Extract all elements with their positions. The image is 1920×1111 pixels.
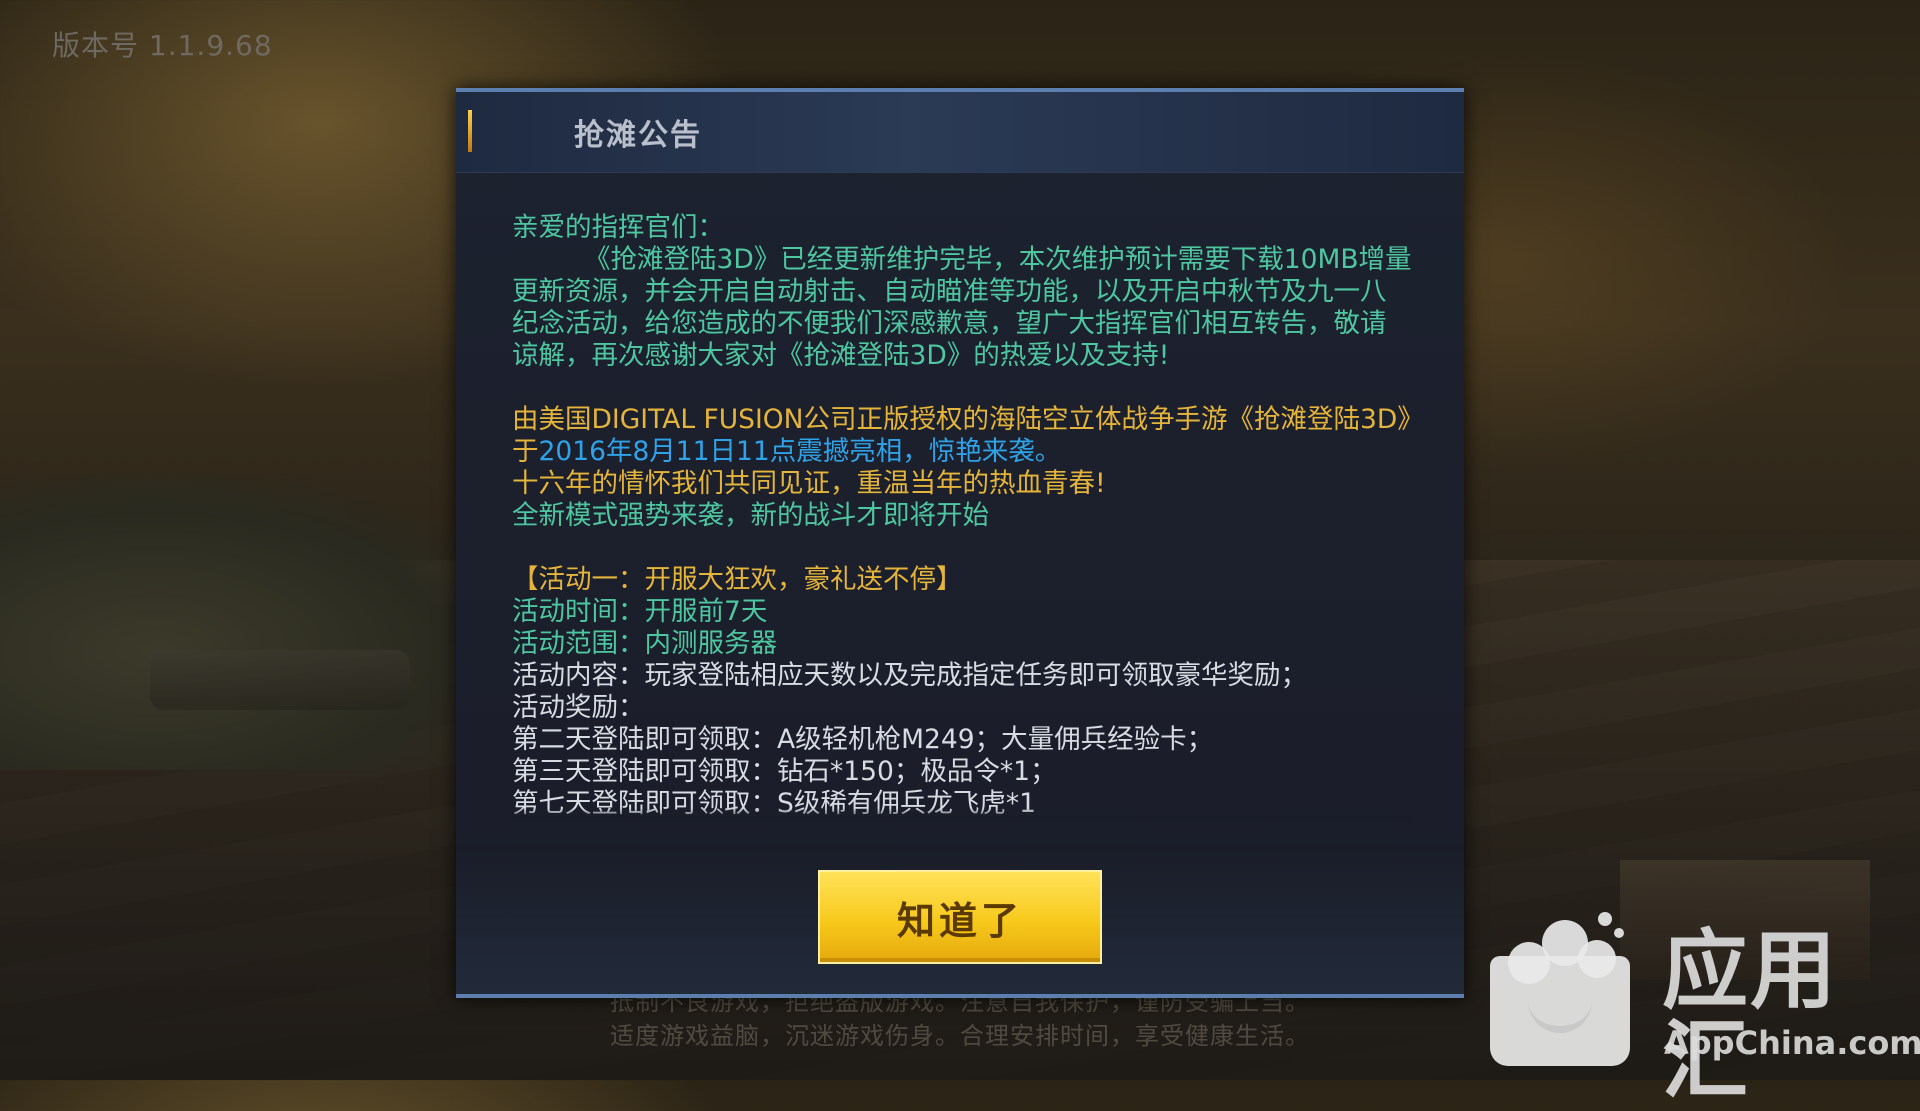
announcement-content[interactable]: 亲爱的指挥官们： 《抢滩登陆3D》已经更新维护完毕，本次维护预计需要下载10MB… [512, 212, 1412, 822]
event-time: 活动时间：开服前7天 [512, 596, 768, 627]
dialog-header: 抢滩公告 [456, 92, 1464, 173]
header-accent-bar [468, 110, 472, 152]
appchina-watermark: 应用汇 AppChina.com [1490, 906, 1920, 1106]
confirm-button[interactable]: 知道了 [818, 870, 1102, 964]
dialog-title: 抢滩公告 [574, 118, 702, 153]
event-reward-label: 活动奖励： [512, 692, 645, 723]
greeting-text: 亲爱的指挥官们： [512, 212, 724, 243]
event-content: 活动内容：玩家登陆相应天数以及完成指定任务即可领取豪华奖励； [512, 660, 1307, 691]
watermark-name: 应用汇 [1662, 921, 1838, 1111]
version-label: 版本号 1.1.9.68 [52, 29, 273, 62]
reward-day3: 第三天登陆即可领取：钻石*150；极品令*1； [512, 756, 1057, 787]
event-title: 【活动一：开服大狂欢，豪礼送不停】 [512, 564, 963, 595]
reward-day2: 第二天登陆即可领取：A级轻机枪M249；大量佣兵经验卡； [512, 724, 1214, 755]
background-tank [150, 650, 410, 710]
sixteen-years-line: 十六年的情怀我们共同见证，重温当年的热血青春! [512, 468, 1106, 499]
watermark-english: AppChina.com [1664, 1024, 1920, 1062]
announcement-dialog: 抢滩公告 亲爱的指挥官们： 《抢滩登陆3D》已经更新维护完毕，本次维护预计需要下… [456, 88, 1464, 998]
launch-paragraph: 由美国DIGITAL FUSION公司正版授权的海陆空立体战争手游《抢滩登陆3D… [512, 404, 1412, 468]
background-hill [0, 470, 520, 770]
launch-date-highlight: 2016年8月11日11点震撼亮相，惊艳来袭。 [538, 436, 1062, 467]
maintenance-paragraph: 《抢滩登陆3D》已经更新维护完毕，本次维护预计需要下载10MB增量更新资源，并会… [512, 244, 1412, 371]
new-mode-line: 全新模式强势来袭，新的战斗才即将开始 [512, 500, 989, 531]
event-scope: 活动范围：内测服务器 [512, 628, 777, 659]
